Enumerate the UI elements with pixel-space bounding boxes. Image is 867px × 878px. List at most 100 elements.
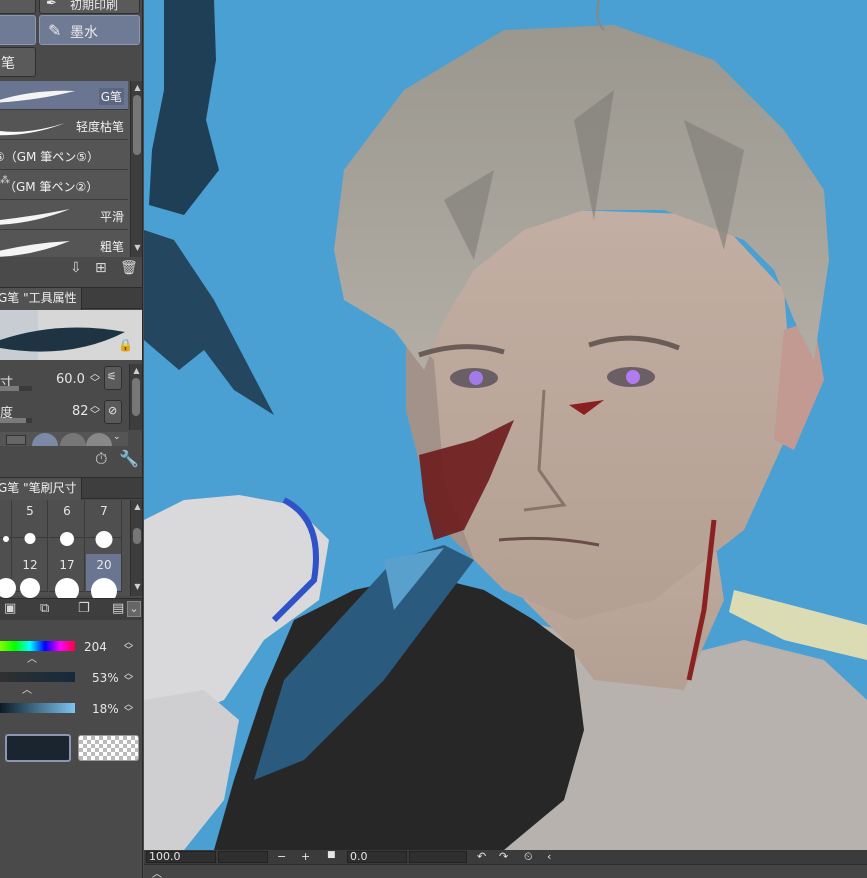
zoom-field[interactable]: 100.0 — [146, 851, 216, 863]
brush-size-header: G笔 "笔刷尺寸 — [0, 477, 142, 500]
brush-density-slider[interactable] — [0, 418, 32, 423]
ink-button[interactable]: ✎ 墨水 — [39, 15, 140, 45]
artwork — [144, 0, 867, 850]
scroll-thumb[interactable] — [133, 528, 141, 544]
saturation-slider-caret-icon[interactable]: ︿ — [22, 681, 32, 696]
brush-item-smooth[interactable]: 平滑 — [0, 201, 128, 230]
scroll-down-arrow-icon[interactable]: ▼ — [133, 243, 142, 253]
brush-size-slider[interactable] — [0, 386, 32, 391]
brush-item-gm-pen-2[interactable]: ⁂ （GM 筆ペン②） — [0, 171, 128, 200]
hue-slider-caret-icon[interactable]: ︿ — [27, 650, 37, 665]
angle-value: 0.0 — [350, 850, 368, 863]
layer-property-icon[interactable]: ▣ — [4, 601, 16, 616]
size-cell[interactable]: 12 — [12, 554, 48, 598]
stepper-icon[interactable]: ︿ ﹀ — [124, 701, 133, 718]
layer-stack-icon[interactable]: ❐ — [78, 601, 90, 616]
tool-property-tab[interactable]: G笔 "工具属性 — [0, 288, 82, 310]
scroll-up-arrow-icon[interactable]: ▲ — [132, 366, 141, 376]
pen-tab-button[interactable]: 笔 — [0, 47, 36, 77]
brush-stroke-preview — [0, 241, 70, 257]
fit-icon[interactable]: ■ — [327, 850, 336, 860]
brush-item-label: 粗笔 — [99, 240, 124, 254]
saturation-slider[interactable] — [0, 672, 75, 682]
scroll-thumb[interactable] — [133, 95, 141, 155]
brush-size-tab[interactable]: G笔 "笔刷尺寸 — [0, 478, 82, 500]
trash-icon[interactable]: 🗑 — [120, 260, 138, 276]
scroll-up-arrow-icon[interactable]: ▲ — [133, 83, 142, 93]
pen-icon: ✒ — [46, 0, 57, 11]
zoom-out-button[interactable]: − — [277, 850, 286, 863]
brush-item-g-pen[interactable]: G笔 — [0, 81, 128, 110]
size-cell-dot[interactable] — [86, 524, 122, 554]
chevron-left-icon[interactable]: ‹ — [547, 850, 551, 863]
download-icon[interactable]: ⇩ — [70, 260, 82, 276]
brush-size-grid: 5 6 7 12 17 20 ▲ ▼ — [0, 500, 142, 604]
saturation-value: 53% — [92, 671, 119, 685]
main-color-swatch[interactable] — [5, 734, 71, 762]
stepper-icon[interactable]: ︿ ﹀ — [124, 639, 133, 656]
size-dot — [19, 578, 40, 598]
tool-button-print[interactable]: ✒ 初期印刷 — [39, 0, 140, 14]
pen-tab-label: 笔 — [1, 56, 15, 72]
size-cell-partial-row3[interactable] — [0, 554, 16, 598]
tool-property-scrollbar[interactable]: ▲ — [129, 364, 142, 430]
tip-shape-round[interactable] — [60, 433, 86, 446]
rotate-right-icon[interactable]: ↷ — [499, 850, 508, 863]
pressure-toggle[interactable]: ⚟ — [104, 366, 122, 390]
density-option-toggle[interactable]: ⊘ — [104, 400, 122, 424]
rotate-left-icon[interactable]: ↶ — [477, 850, 486, 863]
reset-rotation-icon[interactable]: ⏲ — [524, 850, 533, 864]
zoom-in-button[interactable]: + — [301, 850, 310, 863]
size-cell[interactable]: 17 — [49, 554, 85, 602]
brush-preview-stroke — [0, 327, 125, 352]
stepper-icon[interactable]: ︿ ﹀ — [90, 370, 100, 389]
brush-item-gm-pen-5[interactable]: ⑤（GM 筆ペン⑤） — [0, 141, 128, 170]
scroll-thumb[interactable] — [132, 378, 140, 416]
density-icon: ⊘ — [108, 404, 118, 417]
size-cell-dot[interactable] — [0, 524, 12, 554]
brush-preview: 🔒 — [0, 310, 142, 360]
layer-tree-icon[interactable]: ⧉ — [40, 601, 49, 616]
stepper-icon[interactable]: ︿ ﹀ — [124, 670, 133, 687]
scroll-up-arrow-icon[interactable]: ▲ — [133, 502, 142, 512]
brush-size-scrollbar[interactable]: ▲ ▼ — [130, 500, 142, 596]
stepper-icon[interactable]: ︿ ﹀ — [90, 402, 100, 421]
brush-item-thick[interactable]: 粗笔 — [0, 231, 128, 260]
transparent-color-swatch[interactable] — [78, 735, 139, 761]
chevron-down-icon[interactable]: ⌄ — [127, 601, 141, 617]
chevron-up-icon[interactable]: ︿ — [152, 865, 162, 878]
brush-item-light-dry[interactable]: 轻度枯笔 — [0, 111, 128, 140]
angle-field[interactable]: 0.0 — [347, 851, 407, 863]
tip-shape-round-selected[interactable] — [32, 433, 58, 446]
angle-slider[interactable] — [409, 851, 467, 863]
brush-item-label: 轻度枯笔 — [75, 120, 124, 134]
tip-shape-soft[interactable] — [86, 433, 112, 446]
lock-icon[interactable]: 🔒 — [118, 338, 133, 352]
size-cell-dot[interactable] — [49, 524, 85, 554]
tip-shape-square[interactable] — [6, 435, 26, 445]
size-cell-label: 17 — [59, 558, 75, 572]
brush-item-label: （GM 筆ペン②） — [4, 180, 99, 194]
scroll-down-arrow-icon[interactable]: ▼ — [133, 582, 142, 592]
brush-list-scrollbar[interactable]: ▲ ▼ — [130, 81, 142, 257]
tool-button-left-selected[interactable] — [0, 15, 36, 45]
brightness-slider[interactable] — [0, 703, 75, 713]
drawing-canvas[interactable] — [144, 0, 867, 850]
duplicate-icon[interactable]: ⊞ — [95, 260, 107, 276]
wrench-icon[interactable]: 🔧 — [119, 449, 139, 468]
brush-density-slider-fill — [0, 418, 27, 423]
tool-button-partial[interactable] — [0, 0, 36, 14]
bottom-bar: ︿ — [144, 864, 867, 878]
zoom-slider[interactable] — [218, 851, 268, 863]
brush-actions-bar: ⇩ ⊞ 🗑 — [0, 257, 142, 281]
size-cell-dot[interactable] — [12, 524, 48, 554]
hue-slider[interactable] — [0, 641, 75, 651]
navigator-icon[interactable]: ▤ — [112, 601, 124, 616]
size-cell-selected[interactable]: 20 — [86, 554, 122, 604]
pressure-icon: ⚟ — [107, 370, 117, 383]
chevron-down-icon[interactable]: ⌄ — [113, 432, 121, 442]
timer-icon[interactable]: ⏱ — [95, 449, 107, 469]
size-cell-label: 6 — [63, 504, 71, 518]
brush-item-label: G笔 — [98, 88, 124, 105]
size-dot — [24, 533, 35, 544]
